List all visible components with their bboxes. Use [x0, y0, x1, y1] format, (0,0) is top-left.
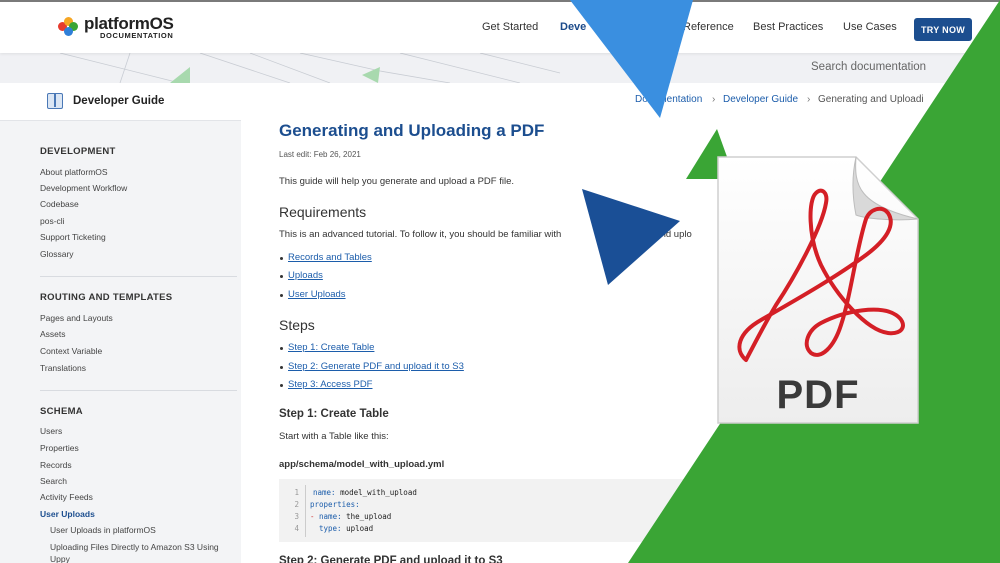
sidebar-divider: [40, 390, 237, 391]
breadcrumb-developer-guide[interactable]: Developer Guide: [723, 94, 798, 105]
sidebar-divider: [40, 276, 237, 277]
search-input[interactable]: Search documentation: [811, 61, 926, 73]
code-line: properties:: [310, 500, 360, 509]
sidebar-item-glossary[interactable]: Glossary: [40, 249, 74, 259]
pdf-label: PDF: [776, 373, 860, 417]
link-uploads[interactable]: Uploads: [288, 270, 323, 281]
nav-reference[interactable]: Reference: [683, 21, 734, 33]
sidebar-item-about-platformos[interactable]: About platformOS: [40, 167, 108, 177]
nav-get-started[interactable]: Get Started: [482, 21, 538, 33]
list-bullet: [280, 275, 283, 278]
nav-best-practices[interactable]: Best Practices: [753, 21, 823, 33]
section-title-schema: SCHEMA: [40, 406, 83, 417]
line-number: 3: [294, 512, 299, 521]
platformos-logo[interactable]: platformOS DOCUMENTATION: [58, 15, 174, 40]
code-line: name: model_with_upload: [313, 488, 417, 497]
sidebar-item-properties[interactable]: Properties: [40, 443, 79, 453]
step1-heading: Step 1: Create Table: [279, 408, 389, 420]
pdf-file-icon: PDF: [716, 155, 920, 425]
logo-subtitle: DOCUMENTATION: [100, 31, 174, 40]
line-number: 4: [294, 524, 299, 533]
breadcrumb-separator: ›: [807, 94, 811, 105]
sidebar-item-translations[interactable]: Translations: [40, 363, 86, 373]
list-bullet: [280, 347, 283, 350]
sidebar-item-support-ticketing[interactable]: Support Ticketing: [40, 232, 106, 242]
sidebar-item-development-workflow[interactable]: Development Workflow: [40, 183, 127, 193]
sidebar-item-context-variable[interactable]: Context Variable: [40, 346, 102, 356]
section-title-development: DEVELOPMENT: [40, 146, 116, 157]
link-step-3[interactable]: Step 3: Access PDF: [288, 379, 372, 390]
step1-text: Start with a Table like this:: [279, 431, 389, 442]
section-title-routing: ROUTING AND TEMPLATES: [40, 292, 173, 303]
top-navigation-bar: platformOS DOCUMENTATION Get Started Dev…: [0, 0, 1000, 53]
requirements-text: This is an advanced tutorial. To follow …: [279, 229, 562, 240]
sidebar-title: Developer Guide: [73, 95, 165, 107]
sidebar-item-activity-feeds[interactable]: Activity Feeds: [40, 492, 93, 502]
step2-heading: Step 2: Generate PDF and upload it to S3: [279, 555, 503, 563]
list-bullet: [280, 384, 283, 387]
sidebar-item-assets[interactable]: Assets: [40, 329, 66, 339]
last-edit-date: Last edit: Feb 26, 2021: [279, 150, 361, 159]
line-number: 1: [294, 488, 299, 497]
list-bullet: [280, 257, 283, 260]
sidebar: Developer Guide DEVELOPMENT About platfo…: [0, 83, 241, 563]
code-block: 1 2 3 4 name: model_with_upload properti…: [279, 479, 709, 542]
logo-wordmark: platformOS: [84, 14, 174, 33]
try-now-button[interactable]: TRY NOW: [914, 18, 972, 41]
line-number: 2: [294, 500, 299, 509]
nav-developer-guide[interactable]: Deve: [560, 21, 586, 33]
breadcrumb-current: Generating and Uploadi: [818, 94, 924, 105]
sidebar-subitem-user-uploads-in-platformos[interactable]: User Uploads in platformOS: [50, 525, 156, 535]
nav-use-cases[interactable]: Use Cases: [843, 21, 897, 33]
sidebar-item-users[interactable]: Users: [40, 426, 62, 436]
sidebar-item-pages-and-layouts[interactable]: Pages and Layouts: [40, 313, 113, 323]
sidebar-item-search[interactable]: Search: [40, 476, 67, 486]
sidebar-item-records[interactable]: Records: [40, 460, 72, 470]
link-user-uploads[interactable]: User Uploads: [288, 289, 346, 300]
code-line: - name: the_upload: [310, 512, 392, 521]
sidebar-subitem-uppy[interactable]: Uppy: [50, 554, 70, 563]
list-bullet: [280, 294, 283, 297]
link-records-and-tables[interactable]: Records and Tables: [288, 252, 372, 263]
requirements-heading: Requirements: [279, 204, 367, 220]
breadcrumb-separator: ›: [712, 94, 716, 105]
sidebar-item-codebase[interactable]: Codebase: [40, 199, 79, 209]
link-step-1[interactable]: Step 1: Create Table: [288, 342, 374, 353]
link-step-2[interactable]: Step 2: Generate PDF and upload it to S3: [288, 361, 464, 372]
list-bullet: [280, 366, 283, 369]
platformos-logo-icon: [58, 17, 78, 37]
requirements-text-tail: es, and uplo: [640, 229, 692, 240]
intro-paragraph: This guide will help you generate and up…: [279, 176, 515, 187]
page-title: Generating and Uploading a PDF: [279, 121, 545, 140]
book-icon: [47, 93, 63, 109]
sidebar-item-user-uploads[interactable]: User Uploads: [40, 509, 95, 519]
sidebar-header[interactable]: Developer Guide: [0, 83, 241, 121]
sidebar-item-pos-cli[interactable]: pos-cli: [40, 216, 65, 226]
breadcrumb-documentation[interactable]: Documentation: [635, 94, 702, 105]
steps-heading: Steps: [279, 317, 315, 333]
code-line: type: upload: [319, 524, 374, 533]
file-path-label: app/schema/model_with_upload.yml: [279, 459, 445, 470]
sidebar-subitem-uploading-to-s3[interactable]: Uploading Files Directly to Amazon S3 Us…: [50, 542, 219, 552]
